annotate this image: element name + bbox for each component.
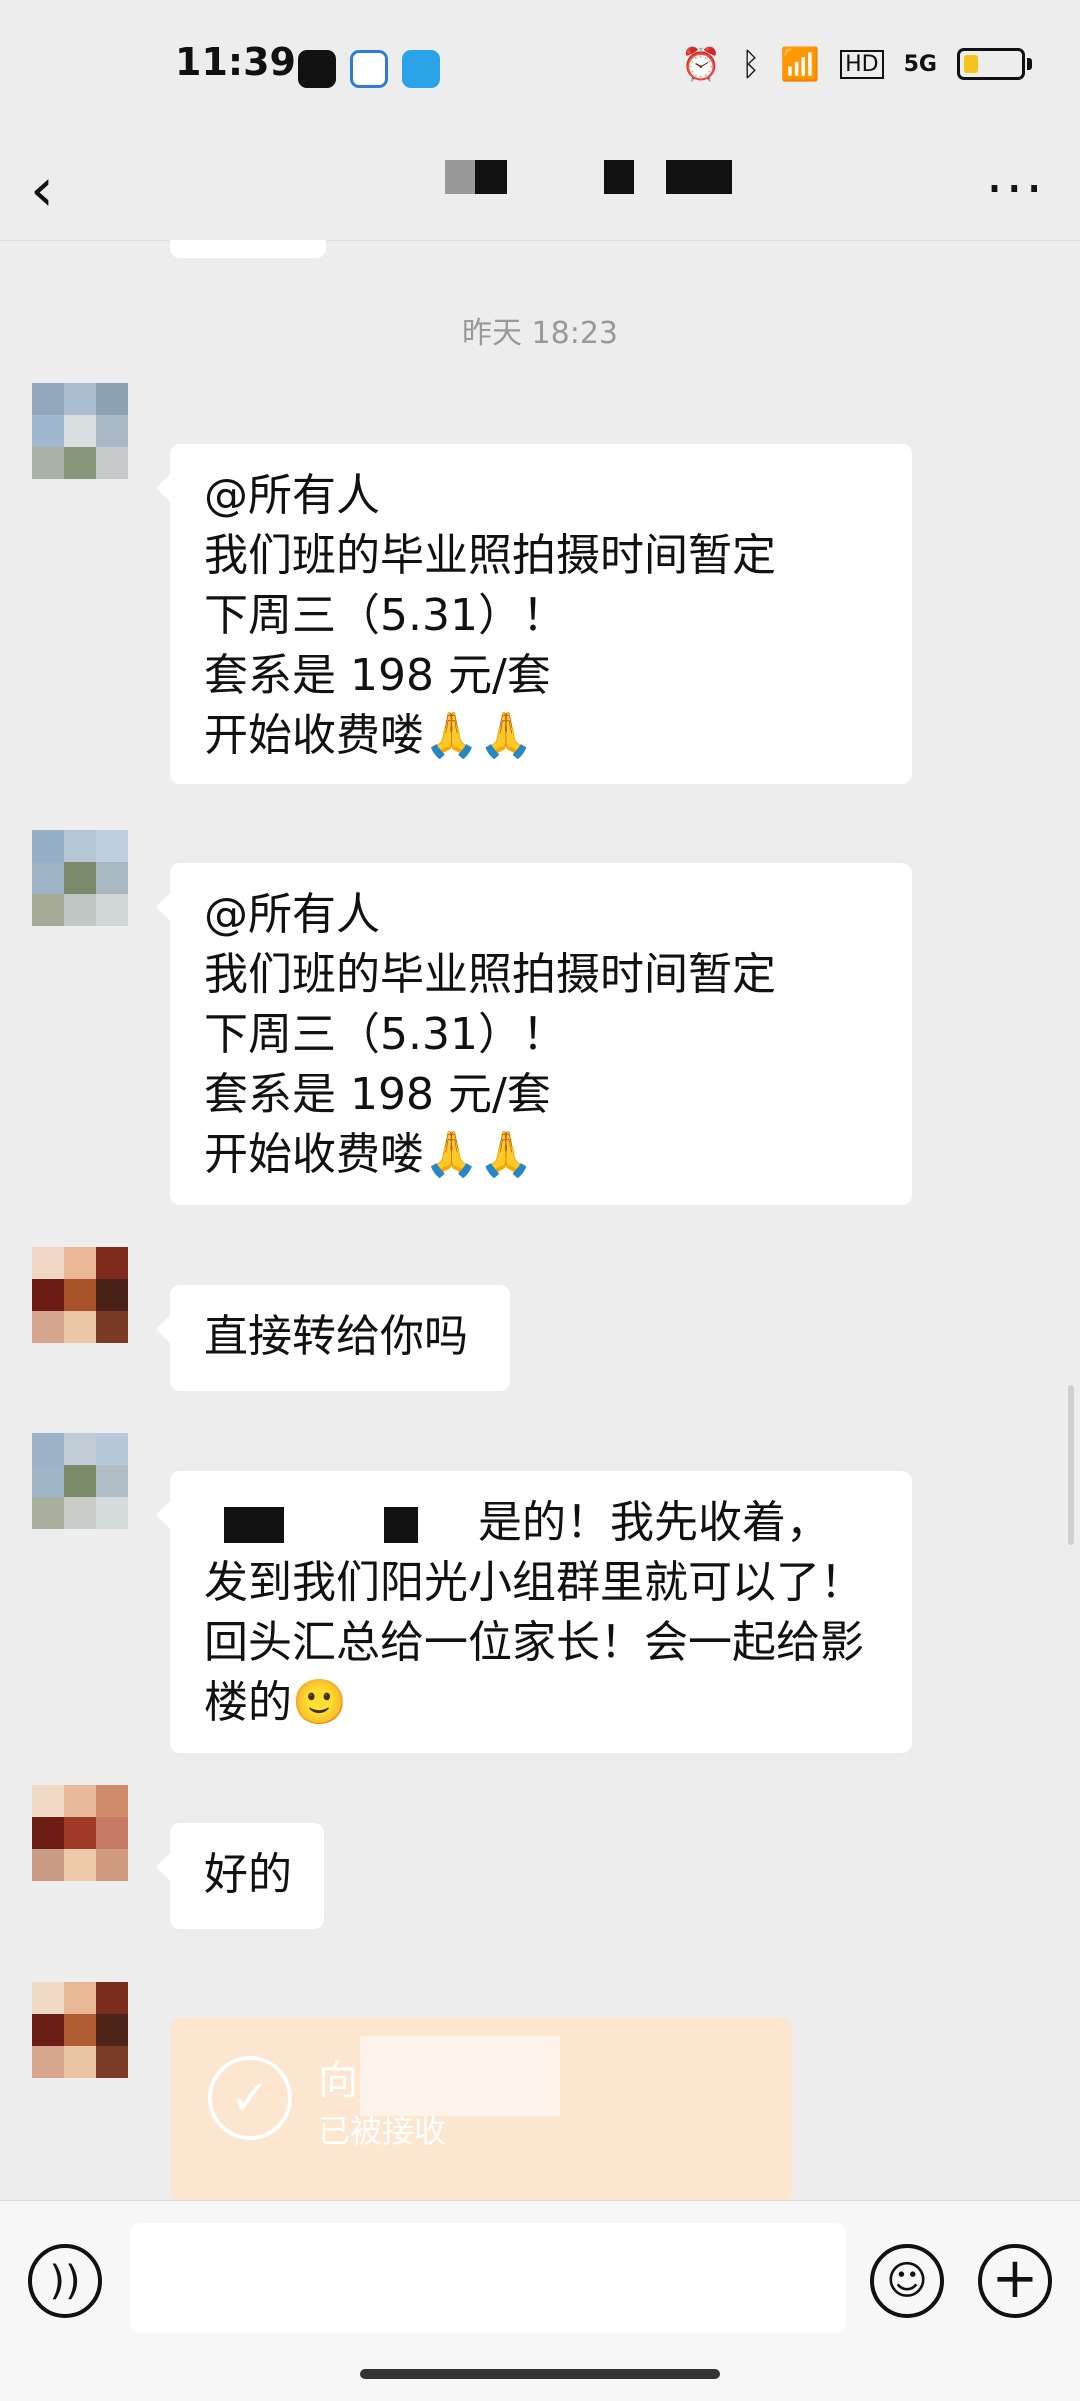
message-text: 好的 (204, 1849, 292, 1900)
chat-title-redacted (445, 160, 475, 194)
message-line: 开始收费喽🙏🙏 (204, 1129, 534, 1180)
avatar[interactable] (32, 830, 128, 926)
message-line: 开始收费喽🙏🙏 (204, 710, 534, 761)
avatar[interactable] (32, 383, 128, 479)
chat-header: ‹ ··· (0, 140, 1080, 241)
chat-title-redacted (604, 160, 634, 194)
message-line: 回头汇总给一位家长！会一起给影 (204, 1617, 864, 1668)
signal-5g-icon: 5G (903, 51, 937, 77)
message-input[interactable] (130, 2223, 846, 2333)
status-time: 11:39 (175, 40, 296, 84)
message-line: 下周三（5.31）！ (204, 590, 566, 641)
transfer-card[interactable]: ✓ 向...转账 已被接收 (170, 2018, 792, 2202)
message-text: 直接转给你吗 (204, 1311, 468, 1362)
chat-title-redacted (475, 160, 507, 194)
message-bubble[interactable]: 好的 (156, 1823, 324, 1929)
redacted-mention (384, 1507, 418, 1543)
back-button[interactable]: ‹ (30, 150, 54, 230)
message-line: 发到我们阳光小组群里就可以了！ (204, 1557, 864, 1608)
battery-icon (957, 48, 1032, 80)
chat-timestamp: 昨天 18:23 (462, 316, 618, 351)
avatar[interactable] (32, 1433, 128, 1529)
alarm-icon: ⏰ (681, 45, 722, 83)
message-bubble[interactable]: @所有人 我们班的毕业照拍摄时间暂定 下周三（5.31）！ 套系是 198 元/… (156, 444, 912, 784)
plus-icon: + (991, 2246, 1039, 2311)
more-actions-button[interactable]: + (978, 2244, 1052, 2318)
redacted-name (360, 2036, 560, 2116)
wifi-icon: 📶 (780, 45, 821, 83)
message-line: 我们班的毕业照拍摄时间暂定 (204, 949, 776, 1000)
smiley-icon: ☺ (886, 2258, 928, 2304)
voice-icon: )) (49, 2258, 81, 2304)
message-line: @所有人 (204, 470, 380, 521)
message-line: 是的！我先收着， (204, 1493, 878, 1553)
message-bubble[interactable]: 直接转给你吗 (156, 1285, 510, 1391)
app-notification-icon (298, 50, 336, 88)
chat-title-redacted (666, 160, 732, 194)
message-line: @所有人 (204, 889, 380, 940)
emoji-button[interactable]: ☺ (870, 2244, 944, 2318)
app-notification-icon (350, 50, 388, 88)
message-bubble-partial (170, 240, 326, 258)
voice-input-button[interactable]: )) (28, 2244, 102, 2318)
message-bubble[interactable]: @所有人 我们班的毕业照拍摄时间暂定 下周三（5.31）！ 套系是 198 元/… (156, 863, 912, 1205)
bluetooth-icon: ᛒ (741, 45, 761, 83)
more-options-button[interactable]: ··· (986, 150, 1045, 230)
message-line: 套系是 198 元/套 (204, 650, 551, 701)
message-line: 下周三（5.31）！ (204, 1009, 566, 1060)
status-bar: 11:39 ⏰ ᛒ 📶 HD 5G (0, 0, 1080, 140)
home-indicator[interactable] (360, 2369, 720, 2379)
hd-icon: HD (840, 49, 884, 79)
avatar[interactable] (32, 1247, 128, 1343)
message-line: 我们班的毕业照拍摄时间暂定 (204, 530, 776, 581)
redacted-mention (224, 1507, 284, 1543)
status-icons: ⏰ ᛒ 📶 HD 5G (681, 45, 1032, 83)
avatar[interactable] (32, 1785, 128, 1881)
message-line: 楼的🙂 (204, 1677, 347, 1728)
check-circle-icon: ✓ (208, 2056, 292, 2140)
message-line: 套系是 198 元/套 (204, 1069, 551, 1120)
app-notification-icon (402, 50, 440, 88)
avatar[interactable] (32, 1982, 128, 2078)
message-bubble[interactable]: 是的！我先收着， 发到我们阳光小组群里就可以了！ 回头汇总给一位家长！会一起给影… (156, 1471, 912, 1753)
scrollbar[interactable] (1068, 1385, 1074, 1545)
